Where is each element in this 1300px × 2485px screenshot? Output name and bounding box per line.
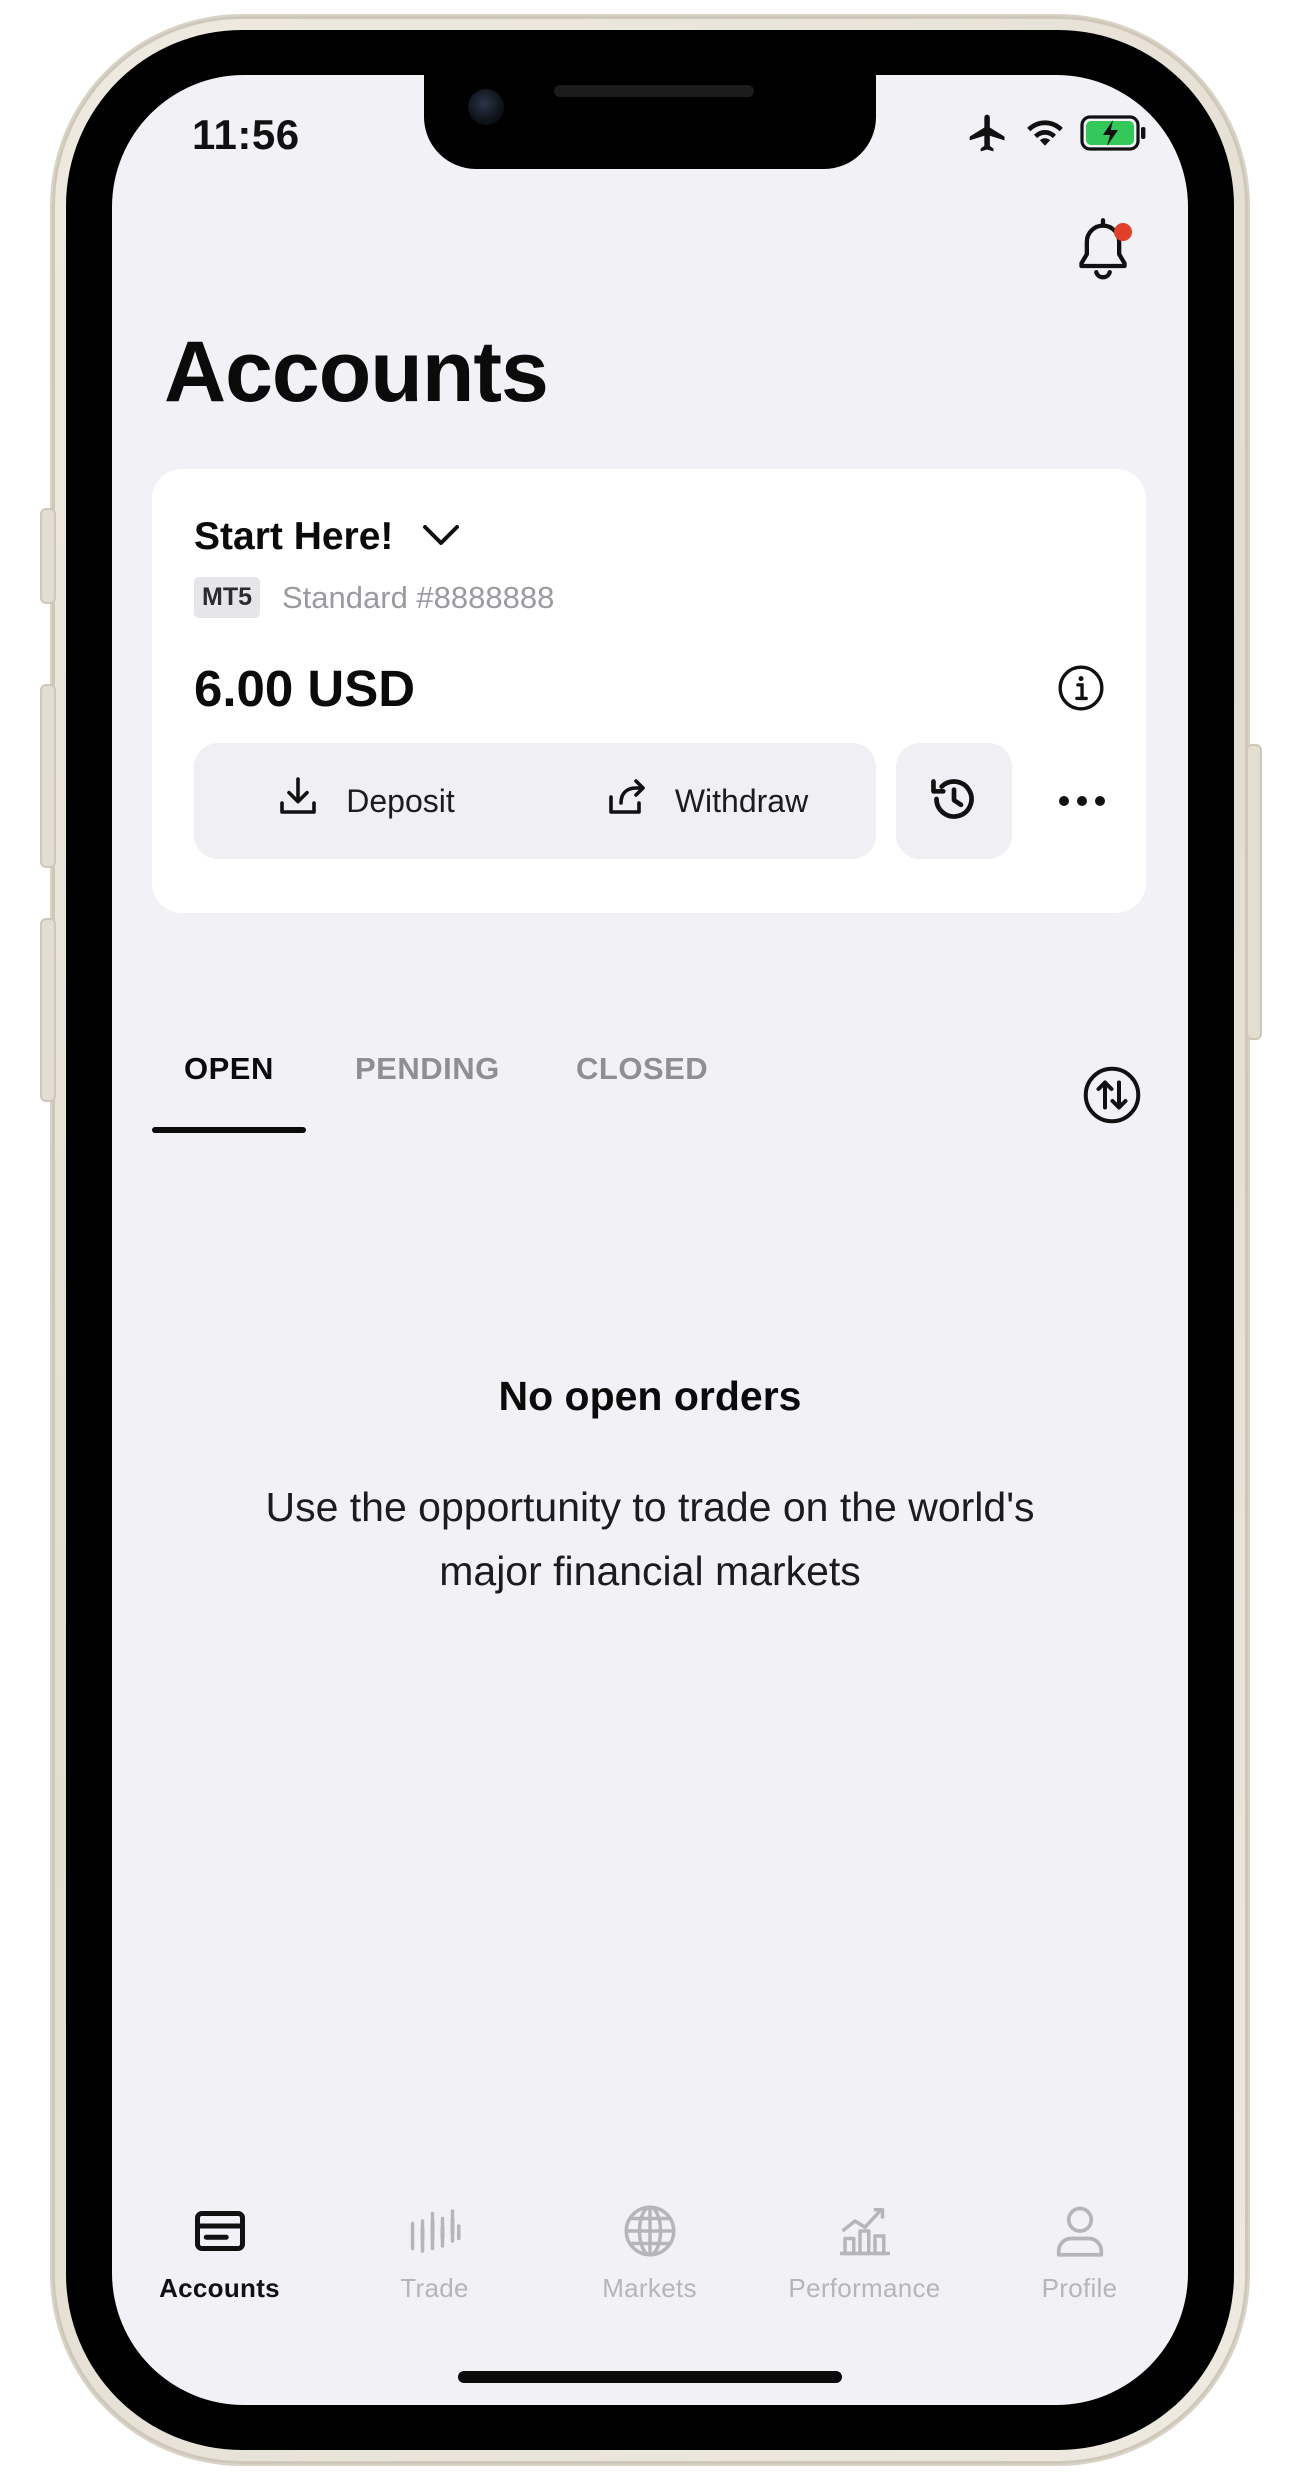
user-icon bbox=[1050, 2201, 1110, 2261]
nav-label-profile: Profile bbox=[1041, 2273, 1118, 2303]
nav-item-accounts[interactable]: Accounts bbox=[112, 2201, 327, 2304]
chart-icon bbox=[835, 2201, 895, 2261]
nav-item-profile[interactable]: Profile bbox=[972, 2201, 1187, 2304]
card-icon bbox=[190, 2201, 250, 2261]
nav-label-markets: Markets bbox=[602, 2273, 697, 2303]
more-options-icon[interactable] bbox=[1042, 781, 1122, 821]
nav-label-trade: Trade bbox=[400, 2273, 469, 2303]
tab-pending[interactable]: PENDING bbox=[355, 1051, 500, 1117]
nav-item-performance[interactable]: Performance bbox=[757, 2201, 972, 2304]
withdraw-button[interactable]: Withdraw bbox=[535, 743, 876, 859]
app-screen: 11:56 Accounts Start Here! MT5 Standard … bbox=[112, 75, 1188, 2405]
account-name: Start Here! bbox=[194, 515, 394, 558]
history-icon bbox=[926, 771, 982, 832]
chevron-down-icon bbox=[421, 523, 461, 552]
battery-charging-icon bbox=[1080, 115, 1148, 156]
status-time: 11:56 bbox=[192, 111, 300, 158]
history-button[interactable] bbox=[896, 743, 1012, 859]
mute-switch bbox=[40, 508, 56, 604]
front-camera bbox=[468, 89, 504, 125]
info-icon[interactable] bbox=[1056, 663, 1106, 713]
status-icons bbox=[966, 111, 1148, 160]
bottom-navigation: Accounts Trade Markets Performance Profi… bbox=[112, 2201, 1188, 2304]
nav-item-markets[interactable]: Markets bbox=[542, 2201, 757, 2304]
empty-state-title: No open orders bbox=[498, 1373, 802, 1419]
notification-badge bbox=[1114, 223, 1132, 241]
page-title: Accounts bbox=[164, 324, 549, 420]
volume-down-button bbox=[40, 918, 56, 1102]
account-selector[interactable]: Start Here! bbox=[194, 515, 461, 559]
nav-item-trade[interactable]: Trade bbox=[327, 2201, 542, 2304]
account-type: Standard #8888888 bbox=[282, 579, 555, 615]
download-icon bbox=[274, 773, 322, 829]
speaker bbox=[554, 85, 754, 97]
account-balance: 6.00 USD bbox=[194, 660, 416, 717]
account-meta: MT5 Standard #8888888 bbox=[194, 577, 554, 618]
deposit-label: Deposit bbox=[346, 782, 455, 819]
wifi-icon bbox=[1024, 116, 1066, 155]
power-button bbox=[1246, 744, 1262, 1040]
tab-closed[interactable]: CLOSED bbox=[576, 1051, 708, 1117]
nav-label-performance: Performance bbox=[788, 2273, 941, 2303]
volume-up-button bbox=[40, 684, 56, 868]
empty-state-message: Use the opportunity to trade on the worl… bbox=[265, 1484, 1035, 1594]
tab-open[interactable]: OPEN bbox=[152, 1051, 306, 1133]
home-indicator[interactable] bbox=[458, 2371, 842, 2383]
globe-icon bbox=[620, 2201, 680, 2261]
airplane-icon bbox=[966, 111, 1010, 160]
withdraw-icon bbox=[603, 773, 651, 829]
sort-icon[interactable] bbox=[1082, 1065, 1142, 1125]
nav-label-accounts: Accounts bbox=[159, 2273, 280, 2303]
candles-icon bbox=[405, 2201, 465, 2261]
deposit-button[interactable]: Deposit bbox=[194, 743, 535, 859]
deposit-withdraw-group: Deposit Withdraw bbox=[194, 743, 876, 859]
account-card: Start Here! MT5 Standard #8888888 6.00 U… bbox=[152, 469, 1146, 913]
platform-badge: MT5 bbox=[194, 577, 260, 618]
withdraw-label: Withdraw bbox=[674, 782, 809, 819]
